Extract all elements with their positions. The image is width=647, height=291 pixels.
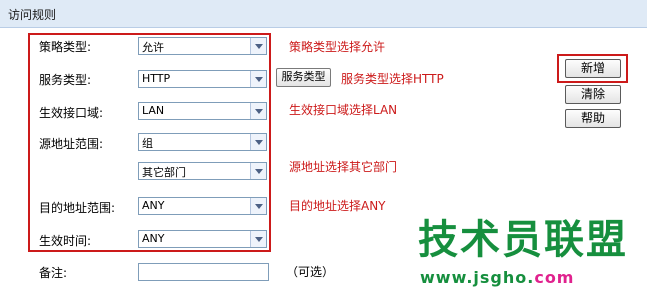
- interface-value: LAN: [142, 104, 165, 117]
- dest-range-value: ANY: [142, 199, 165, 212]
- policy-type-value: 允许: [142, 41, 164, 54]
- source-range-value: 组: [142, 137, 153, 150]
- service-type-value: HTTP: [142, 72, 171, 85]
- help-button[interactable]: 帮助: [565, 109, 621, 128]
- chevron-down-icon[interactable]: [250, 231, 266, 247]
- service-type-select[interactable]: HTTP: [138, 70, 267, 88]
- dest-range-note: 目的地址选择ANY: [289, 199, 386, 213]
- page-title: 访问规则: [8, 8, 57, 22]
- service-type-note: 服务类型选择HTTP: [341, 72, 444, 86]
- dest-range-label: 目的地址范围:: [39, 201, 116, 215]
- chevron-down-icon[interactable]: [250, 103, 266, 119]
- interface-label: 生效接口域:: [39, 106, 104, 120]
- interface-select[interactable]: LAN: [138, 102, 267, 120]
- service-type-label: 服务类型:: [39, 73, 92, 87]
- effective-time-value: ANY: [142, 232, 165, 245]
- effective-time-label: 生效时间:: [39, 234, 92, 248]
- remark-optional-hint: （可选）: [286, 265, 335, 279]
- chevron-down-icon[interactable]: [250, 71, 266, 87]
- service-type-button[interactable]: 服务类型: [276, 68, 331, 87]
- source-range-select[interactable]: 组: [138, 133, 267, 151]
- source-group-select[interactable]: 其它部门: [138, 162, 267, 180]
- chevron-down-icon[interactable]: [250, 134, 266, 150]
- chevron-down-icon[interactable]: [250, 198, 266, 214]
- watermark-url: www.jsgho.com: [420, 268, 574, 287]
- add-button[interactable]: 新增: [565, 59, 621, 78]
- watermark-url-suffix: com: [534, 268, 575, 287]
- watermark-logo: 技术员联盟: [418, 217, 628, 263]
- source-range-label: 源地址范围:: [39, 137, 104, 151]
- watermark-url-domain: www.jsgho.: [420, 268, 535, 287]
- dest-range-select[interactable]: ANY: [138, 197, 267, 215]
- effective-time-select[interactable]: ANY: [138, 230, 267, 248]
- source-range-note: 源地址选择其它部门: [289, 160, 398, 174]
- policy-type-select[interactable]: 允许: [138, 37, 267, 55]
- page-header: 访问规则: [0, 0, 647, 28]
- source-group-value: 其它部门: [142, 166, 186, 179]
- chevron-down-icon[interactable]: [250, 38, 266, 54]
- remark-input[interactable]: [138, 263, 269, 281]
- interface-note: 生效接口域选择LAN: [289, 103, 398, 117]
- chevron-down-icon[interactable]: [250, 163, 266, 179]
- policy-type-note: 策略类型选择允许: [289, 40, 386, 54]
- policy-type-label: 策略类型:: [39, 40, 92, 54]
- remark-label: 备注:: [39, 266, 68, 280]
- clear-button[interactable]: 清除: [565, 85, 621, 104]
